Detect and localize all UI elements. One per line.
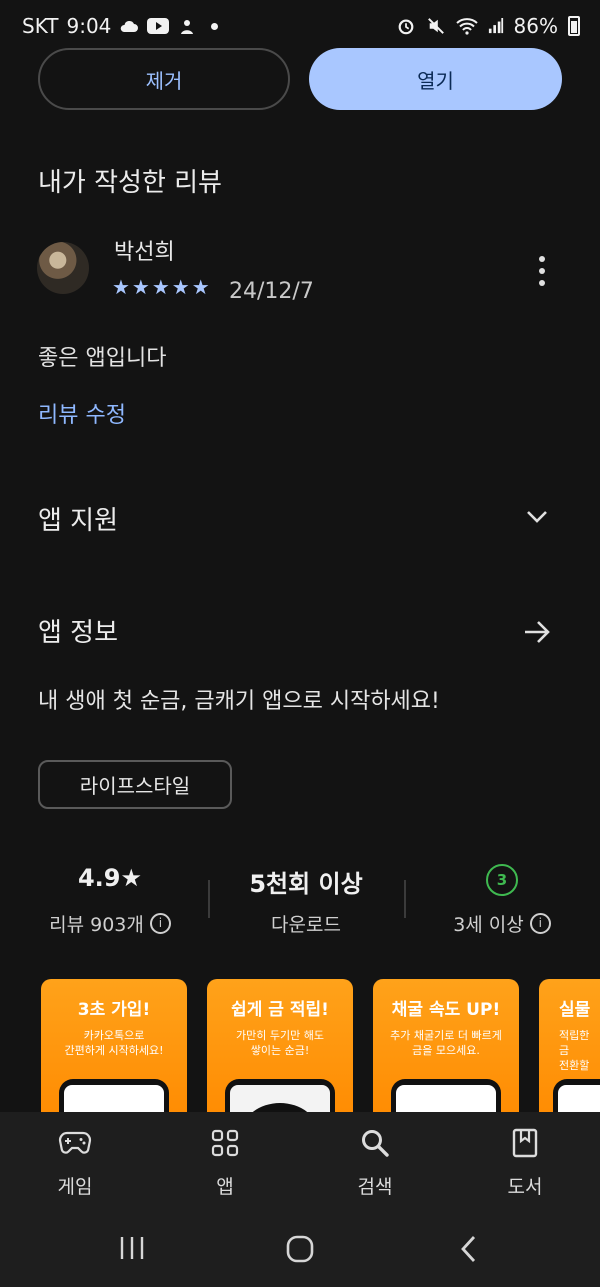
screenshot-subtitle: 추가 채굴기로 더 빠르게 금을 모으세요. (390, 1029, 502, 1057)
category-chip[interactable]: 라이프스타일 (38, 760, 232, 809)
app-support-title[interactable]: 앱 지원 (38, 500, 118, 537)
app-notification-icon (181, 20, 194, 34)
battery-percent: 86% (513, 14, 558, 38)
rating-label: 리뷰 903개 (49, 914, 144, 936)
nav-item-books[interactable]: 도서 (470, 1126, 580, 1199)
divider (208, 880, 210, 918)
nav-label: 앱 (216, 1176, 234, 1198)
screenshot-card[interactable]: 3초 가입! 카카오톡으로 간편하게 시작하세요! (41, 979, 187, 1129)
apps-grid-icon (211, 1129, 239, 1157)
youtube-icon (147, 18, 170, 34)
app-description: 내 생애 첫 순금, 금캐기 앱으로 시작하세요! (38, 689, 440, 714)
age-rating-badge: 3 (486, 864, 518, 896)
rating-value: 4.9★ (77, 864, 143, 892)
time-label: 9:04 (66, 14, 112, 38)
remove-button[interactable]: 제거 (38, 48, 290, 110)
screenshot-title: 실물 (559, 1000, 591, 1020)
screenshot-title: 쉽게 금 적립! (231, 1000, 329, 1020)
nav-item-games[interactable]: 게임 (20, 1126, 130, 1199)
nav-item-apps[interactable]: 앱 (170, 1126, 280, 1199)
screenshot-card[interactable]: 채굴 속도 UP! 추가 채굴기로 더 빠르게 금을 모으세요. (373, 979, 519, 1129)
arrow-right-icon[interactable] (522, 617, 552, 647)
book-icon (512, 1128, 538, 1158)
cloud-icon (121, 20, 139, 32)
rating-stat[interactable]: 4.9★ 리뷰 903개 i (30, 864, 190, 937)
downloads-value: 5천회 이상 (249, 870, 363, 898)
more-options-icon[interactable] (530, 256, 554, 286)
info-icon[interactable]: i (529, 913, 551, 934)
edit-review-link[interactable]: 리뷰 수정 (38, 397, 126, 429)
bottom-navigation: 게임 앱 검색 도서 (0, 1112, 600, 1220)
screenshot-title: 3초 가입! (77, 1000, 151, 1020)
divider (404, 880, 406, 918)
carrier-label: SKT (22, 14, 59, 38)
open-button[interactable]: 열기 (309, 48, 562, 110)
chevron-down-icon[interactable] (524, 506, 550, 526)
screenshot-subtitle: 가만히 두기만 해도 쌓이는 순금! (236, 1029, 324, 1057)
age-rating-stat[interactable]: 3 3세 이상 i (418, 864, 586, 937)
gamepad-icon (58, 1131, 92, 1154)
more-notifications-dot (211, 22, 219, 30)
downloads-stat: 5천회 이상 다운로드 (218, 864, 394, 937)
info-icon[interactable]: i (149, 913, 171, 934)
my-review-title: 내가 작성한 리뷰 (38, 168, 222, 198)
reviewer-name: 박선희 (114, 240, 175, 265)
screenshot-card[interactable]: 쉽게 금 적립! 가만히 두기만 해도 쌓이는 순금! (207, 979, 353, 1129)
nav-label: 검색 (357, 1176, 393, 1198)
review-text: 좋은 앱입니다 (38, 346, 167, 371)
back-icon[interactable] (458, 1234, 480, 1264)
screenshot-title: 채굴 속도 UP! (391, 1000, 501, 1020)
home-icon[interactable] (285, 1234, 315, 1264)
review-date: 24/12/7 (229, 279, 314, 304)
signal-icon (488, 18, 503, 34)
nav-label: 게임 (57, 1176, 93, 1198)
mute-icon (427, 18, 444, 34)
screenshot-subtitle: 카카오톡으로 간편하게 시작하세요! (64, 1029, 164, 1057)
app-info-title[interactable]: 앱 정보 (38, 612, 118, 649)
age-rating-label: 3세 이상 (453, 914, 524, 936)
recent-apps-icon[interactable] (118, 1234, 146, 1262)
alarm-icon (398, 19, 413, 35)
avatar (37, 242, 89, 294)
system-navigation-bar (0, 1220, 600, 1287)
search-icon (362, 1130, 389, 1157)
nav-item-search[interactable]: 검색 (320, 1126, 430, 1199)
star-rating: ★★★★★ (112, 275, 212, 299)
downloads-label: 다운로드 (271, 914, 341, 936)
wifi-icon (455, 18, 478, 35)
nav-label: 도서 (507, 1176, 543, 1198)
battery-icon (568, 16, 580, 36)
screenshot-subtitle: 적립한 금 전환할 (559, 1029, 590, 1072)
screenshot-card[interactable]: 실물 적립한 금 전환할 (539, 979, 600, 1129)
